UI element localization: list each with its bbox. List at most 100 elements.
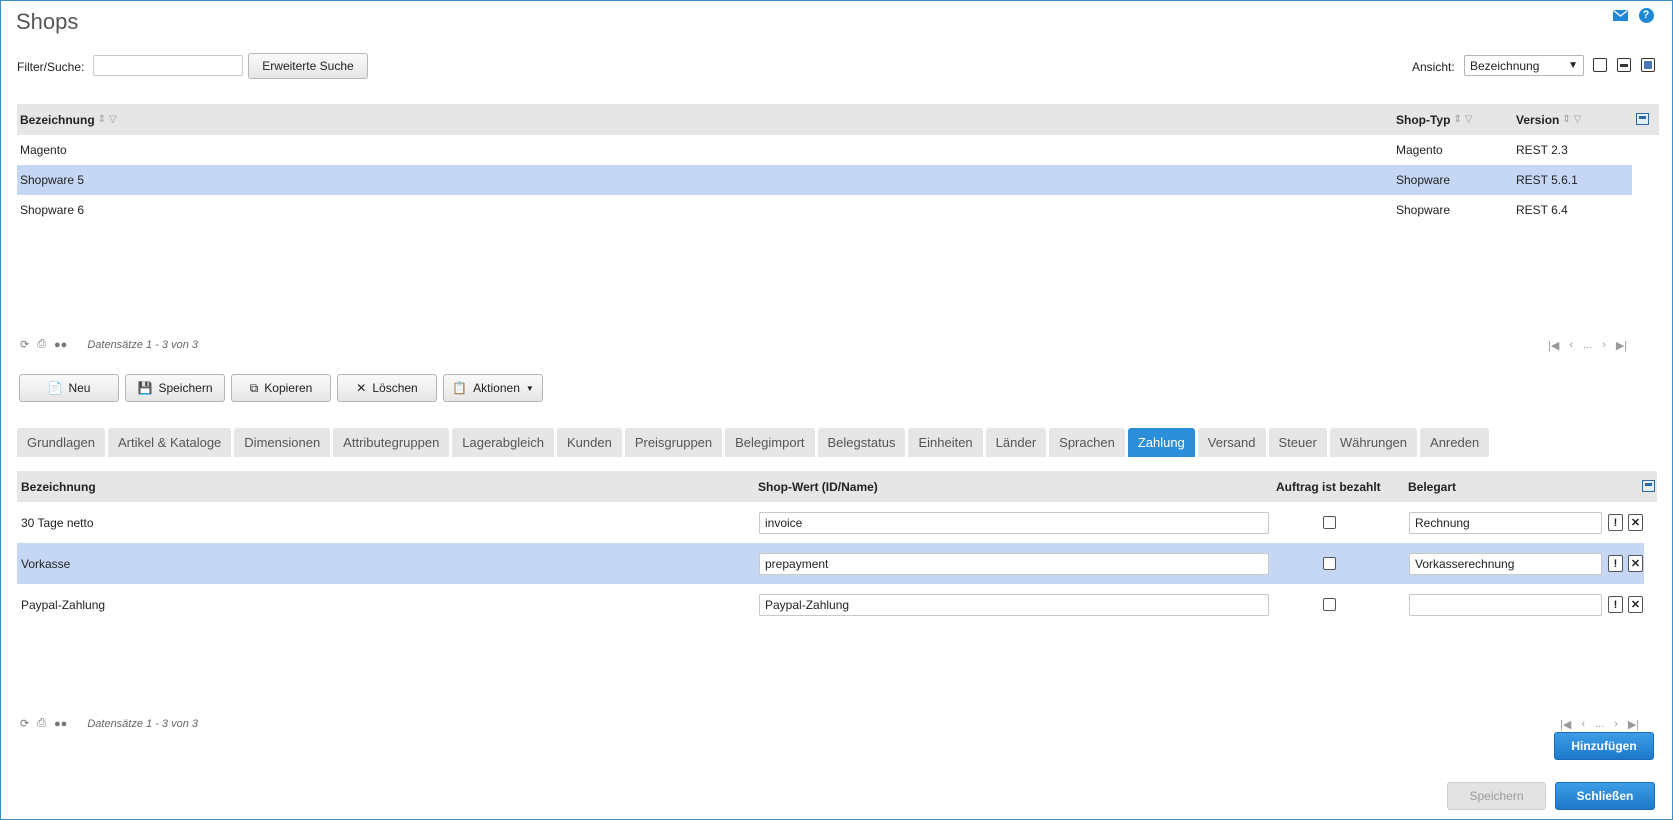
cell-type: Magento	[1396, 143, 1443, 157]
view-layout-buttons	[1593, 58, 1655, 72]
col-header-shop-value[interactable]: Shop-Wert (ID/Name)	[758, 471, 878, 502]
sort-icon[interactable]: ⇕	[98, 114, 106, 125]
refresh-icon[interactable]: ⟳	[20, 338, 29, 351]
tab-einheiten[interactable]: Einheiten	[908, 428, 983, 457]
cell-version: REST 2.3	[1516, 143, 1568, 157]
col-header-paid[interactable]: Auftrag ist bezahlt	[1276, 471, 1381, 502]
paid-checkbox[interactable]	[1323, 557, 1336, 570]
filter-icon[interactable]: ▽	[1574, 114, 1582, 125]
col-header-name[interactable]: Bezeichnung	[21, 471, 96, 502]
exclamation-icon[interactable]: !	[1608, 555, 1623, 572]
copy-button[interactable]: ⧉ Kopieren	[231, 374, 331, 402]
cell-name: Shopware 6	[20, 203, 85, 217]
cell-version: REST 6.4	[1516, 203, 1568, 217]
col-header-doc-type[interactable]: Belegart	[1408, 471, 1456, 502]
last-page-icon[interactable]: ▶|	[1616, 339, 1627, 352]
filter-icon[interactable]: ▽	[109, 114, 117, 125]
col-header-version[interactable]: Version ⇕ ▽	[1516, 104, 1581, 135]
new-button[interactable]: 📄 Neu	[19, 374, 119, 402]
table-row[interactable]: Magento Magento REST 2.3	[17, 135, 1659, 165]
tab-waehrungen[interactable]: Währungen	[1329, 428, 1418, 457]
mail-icon[interactable]	[1612, 7, 1628, 23]
layout-single-icon[interactable]	[1593, 58, 1607, 72]
tab-kunden[interactable]: Kunden	[556, 428, 622, 457]
shop-value-input[interactable]: Paypal-Zahlung	[759, 594, 1269, 616]
document-icon: 📄	[47, 381, 63, 395]
table-row-selected[interactable]: Vorkasse prepayment Vorkasserechnung ! ✕	[17, 543, 1644, 584]
window-frame: Shops ? Filter/Suche: Erweiterte Suche A…	[0, 0, 1673, 820]
col-header-name[interactable]: Bezeichnung ⇕ ▽	[20, 104, 117, 135]
filter-search-input[interactable]	[93, 55, 243, 76]
layout-full-icon[interactable]	[1641, 58, 1655, 72]
tab-laender[interactable]: Länder	[985, 428, 1047, 457]
exclamation-icon[interactable]: !	[1608, 596, 1623, 613]
table-row[interactable]: Shopware 6 Shopware REST 6.4	[17, 195, 1659, 225]
next-page-icon[interactable]: ›	[1614, 718, 1618, 731]
close-icon[interactable]: ✕	[1628, 514, 1643, 531]
table-row[interactable]: Paypal-Zahlung Paypal-Zahlung ! ✕	[17, 584, 1657, 625]
filter-icon[interactable]: ▽	[1465, 114, 1473, 125]
action-toolbar: 📄 Neu 💾 Speichern ⧉ Kopieren ✕ Löschen 📋…	[19, 374, 543, 402]
paid-checkbox[interactable]	[1323, 598, 1336, 611]
next-page-icon[interactable]: ›	[1602, 339, 1606, 352]
tab-zahlung[interactable]: Zahlung	[1127, 428, 1195, 457]
shops-grid-pager: |◀ ‹ ... › ▶|	[1548, 339, 1627, 352]
add-button[interactable]: Hinzufügen	[1554, 732, 1654, 760]
tab-steuer[interactable]: Steuer	[1268, 428, 1327, 457]
sort-icon[interactable]: ⇕	[1562, 114, 1570, 125]
print-icon[interactable]: ⎙	[37, 717, 46, 730]
tab-sprachen[interactable]: Sprachen	[1049, 428, 1125, 457]
paid-checkbox[interactable]	[1323, 516, 1336, 529]
print-icon[interactable]: ⎙	[37, 338, 46, 351]
col-header-shop-type[interactable]: Shop-Typ ⇕ ▽	[1396, 104, 1473, 135]
close-icon[interactable]: ✕	[1628, 555, 1643, 572]
exclamation-icon[interactable]: !	[1608, 514, 1623, 531]
tab-anreden[interactable]: Anreden	[1420, 428, 1490, 457]
tab-versand[interactable]: Versand	[1197, 428, 1266, 457]
column-config-icon[interactable]	[1642, 480, 1655, 492]
close-icon[interactable]: ✕	[1628, 596, 1643, 613]
payment-grid-footer: ⟳ ⎙ ●● Datensätze 1 - 3 von 3	[20, 717, 198, 730]
layout-split-icon[interactable]	[1617, 58, 1631, 72]
prev-page-icon[interactable]: ‹	[1569, 339, 1573, 352]
sort-icon[interactable]: ⇕	[1453, 114, 1461, 125]
shops-grid: Bezeichnung ⇕ ▽ Shop-Typ ⇕ ▽ Version ⇕ ▽…	[17, 104, 1659, 225]
tab-belegimport[interactable]: Belegimport	[725, 428, 815, 457]
tab-dimensionen[interactable]: Dimensionen	[234, 428, 331, 457]
view-select[interactable]: Bezeichnung ▼	[1464, 55, 1584, 76]
first-page-icon[interactable]: |◀	[1548, 339, 1559, 352]
payment-grid: Bezeichnung Shop-Wert (ID/Name) Auftrag …	[17, 471, 1657, 625]
advanced-search-button[interactable]: Erweiterte Suche	[248, 53, 368, 79]
close-icon: ✕	[356, 381, 367, 395]
tab-lagerabgleich[interactable]: Lagerabgleich	[452, 428, 554, 457]
first-page-icon[interactable]: |◀	[1560, 718, 1571, 731]
doc-type-input[interactable]: Vorkasserechnung	[1409, 553, 1602, 575]
actions-button[interactable]: 📋 Aktionen ▼	[443, 374, 543, 402]
tab-grundlagen[interactable]: Grundlagen	[17, 428, 105, 457]
shop-value-input[interactable]: invoice	[759, 512, 1269, 534]
save-button[interactable]: 💾 Speichern	[125, 374, 225, 402]
help-icon[interactable]: ?	[1638, 7, 1654, 23]
copy-icon: ⧉	[249, 380, 259, 395]
save-footer-button[interactable]: Speichern	[1447, 782, 1546, 810]
doc-type-input[interactable]	[1409, 594, 1602, 616]
cell-name: 30 Tage netto	[21, 515, 94, 530]
column-config-icon[interactable]	[1636, 113, 1649, 125]
refresh-icon[interactable]: ⟳	[20, 717, 29, 730]
table-row-selected[interactable]: Shopware 5 Shopware REST 5.6.1	[17, 165, 1632, 195]
shop-value-input[interactable]: prepayment	[759, 553, 1269, 575]
tab-preisgruppen[interactable]: Preisgruppen	[624, 428, 723, 457]
close-button[interactable]: Schließen	[1555, 782, 1655, 810]
settings-icon[interactable]: ●●	[54, 718, 67, 730]
prev-page-icon[interactable]: ‹	[1581, 718, 1585, 731]
page-title: Shops	[16, 9, 79, 34]
tab-belegstatus[interactable]: Belegstatus	[817, 428, 906, 457]
clipboard-icon: 📋	[452, 381, 468, 395]
settings-icon[interactable]: ●●	[54, 339, 67, 351]
tab-artikel-kataloge[interactable]: Artikel & Kataloge	[107, 428, 232, 457]
delete-button[interactable]: ✕ Löschen	[337, 374, 437, 402]
table-row[interactable]: 30 Tage netto invoice Rechnung ! ✕	[17, 502, 1657, 543]
last-page-icon[interactable]: ▶|	[1628, 718, 1639, 731]
tab-attributegruppen[interactable]: Attributegruppen	[333, 428, 450, 457]
doc-type-input[interactable]: Rechnung	[1409, 512, 1602, 534]
